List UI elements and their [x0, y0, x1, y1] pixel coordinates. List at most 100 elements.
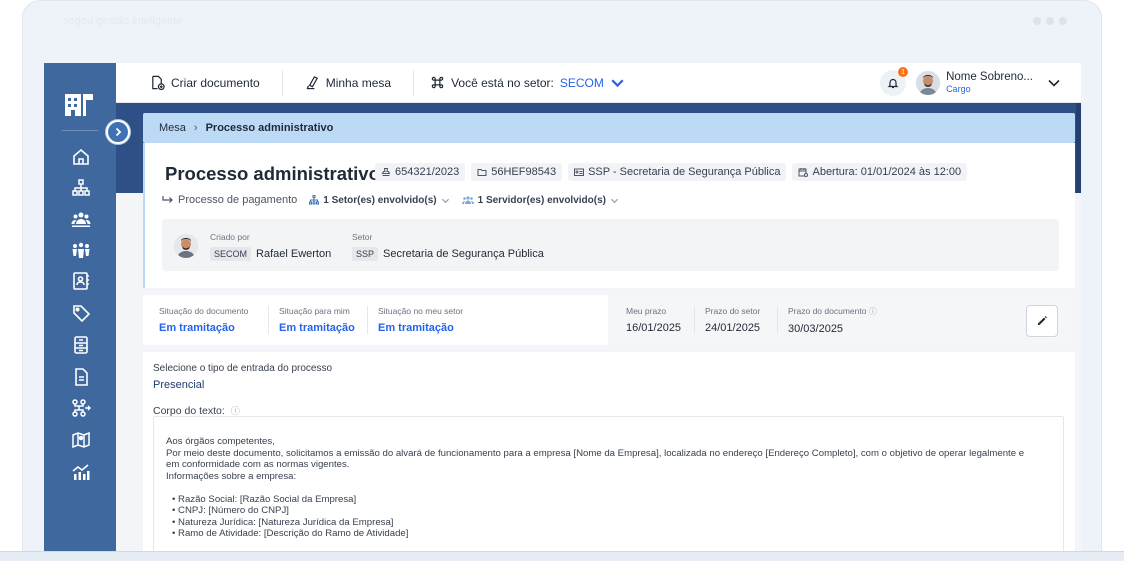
process-code: 56HEF98543 — [491, 166, 557, 178]
map-pin-icon[interactable] — [70, 429, 92, 451]
servers-involved-dropdown[interactable]: 1 Servidor(es) envolvido(s) — [461, 194, 619, 206]
sector-situation-value: Em tramitação — [378, 322, 454, 334]
chevron-down-icon[interactable] — [1047, 76, 1061, 90]
chevron-down-icon — [441, 198, 449, 203]
form-card: Selecione o tipo de entrada do processo … — [143, 352, 1075, 551]
user-area: 1 Nome Sobreno... Cargo — [880, 63, 1081, 103]
contact-card-icon[interactable] — [70, 270, 92, 292]
scrollbar[interactable] — [1076, 103, 1081, 193]
sector-situation-label: Situação no meu setor — [378, 306, 464, 316]
pencil-icon — [1038, 316, 1047, 325]
opening-date: Abertura: 01/01/2024 às 12:00 — [812, 166, 962, 178]
desk-icon — [306, 76, 318, 90]
my-deadline-label: Meu prazo — [626, 306, 667, 316]
sector-name: Secretaria de Segurança Pública — [383, 248, 544, 260]
sector-selector[interactable]: Você está no setor: SECOM — [414, 63, 647, 102]
sectors-involved-dropdown[interactable]: 1 Setor(es) envolvido(s) — [309, 195, 449, 206]
created-by: Criado por SECOM Rafael Ewerton — [210, 232, 331, 261]
breadcrumb-current: Processo administrativo — [205, 122, 334, 134]
body-line: Aos órgãos competentes, — [166, 436, 275, 447]
my-desk-label: Minha mesa — [325, 75, 392, 90]
doc-deadline: Prazo do documento ⓘ 30/03/2025 — [788, 306, 877, 335]
bell-icon — [887, 78, 899, 89]
info-icon[interactable]: ⓘ — [869, 307, 877, 316]
return-arrow-icon — [162, 196, 173, 203]
list-item: • Ramo de Atividade: [Descrição do Ramo … — [172, 528, 409, 539]
info-icon[interactable]: ⓘ — [231, 406, 240, 416]
stamp-icon — [381, 168, 391, 176]
id-card-icon — [574, 168, 585, 176]
body-text-editor[interactable]: Aos órgãos competentes, Por meio deste d… — [153, 416, 1064, 551]
page-title: Processo administrativo — [165, 163, 380, 184]
sidebar-toggle-button[interactable] — [106, 120, 130, 144]
my-deadline-value: 16/01/2025 — [626, 322, 682, 334]
tag-icon[interactable] — [70, 302, 92, 324]
deadlines-panel: Meu prazo 16/01/2025 Prazo do setor 24/0… — [608, 295, 1075, 345]
user-role: Cargo — [946, 84, 971, 95]
org-chart-icon — [309, 195, 320, 205]
sidebar-divider — [62, 130, 98, 131]
my-desk-button[interactable]: Minha mesa — [283, 63, 413, 102]
my-situation-label: Situação para mim — [279, 306, 350, 316]
creator-info: Criado por SECOM Rafael Ewerton Setor SS… — [162, 219, 1059, 271]
divider — [268, 306, 269, 334]
process-number-chip: 654321/2023 — [375, 163, 466, 181]
breadcrumb-separator: › — [193, 122, 198, 134]
creator-sector-tag: SECOM — [210, 247, 252, 261]
user-avatar[interactable] — [916, 71, 941, 95]
process-card: Processo administrativo 654321/2023 56HE… — [143, 143, 1075, 288]
sector-deadline-value: 24/01/2025 — [705, 322, 761, 334]
new-document-icon — [152, 75, 165, 90]
users-icon — [461, 196, 474, 204]
home-icon[interactable] — [70, 146, 92, 168]
folder-icon — [477, 169, 487, 176]
archive-icon[interactable] — [70, 334, 92, 356]
sector-value: SECOM — [559, 75, 604, 90]
sector-info: Setor SSP Secretaria de Segurança Públic… — [352, 232, 544, 261]
entry-type-select[interactable]: Presencial — [153, 379, 204, 391]
org-chart-icon[interactable] — [70, 177, 92, 199]
created-by-label: Criado por — [210, 232, 250, 242]
document-icon[interactable] — [70, 366, 92, 388]
body-line: Por meio deste documento, solicitamos a … — [166, 447, 1025, 459]
process-number: 654321/2023 — [395, 166, 460, 178]
doc-deadline-label: Prazo do documento — [788, 306, 867, 316]
entry-type-label: Selecione o tipo de entrada do processo — [153, 363, 333, 374]
my-deadline: Meu prazo 16/01/2025 — [626, 306, 681, 334]
secretariat-chip: SSP - Secretaria de Segurança Pública — [568, 163, 787, 181]
user-name: Nome Sobreno... — [946, 70, 1033, 83]
divider — [777, 306, 778, 334]
breadcrumb: Mesa › Processo administrativo — [143, 113, 1075, 143]
process-code-chip: 56HEF98543 — [471, 163, 563, 181]
doc-situation-value: Em tramitação — [159, 322, 235, 334]
users-group-icon[interactable] — [70, 208, 92, 230]
sector-deadline-label: Prazo do setor — [705, 306, 761, 316]
process-subtype: Processo de pagamento — [162, 194, 297, 206]
body-line: em conformidade com as normas vigentes. — [166, 459, 350, 470]
top-bar: Criar documento Minha mesa Você está no … — [116, 63, 1081, 103]
doc-situation: Situação do documento Em tramitação — [159, 306, 248, 334]
sidebar — [44, 63, 116, 551]
divider — [694, 306, 695, 334]
team-icon[interactable] — [70, 239, 92, 261]
divider — [367, 306, 368, 334]
notifications-button[interactable]: 1 — [880, 67, 909, 96]
process-chips: 654321/2023 56HEF98543 SSP - Secretaria … — [375, 163, 968, 181]
analytics-icon[interactable] — [70, 461, 92, 483]
list-item: • Natureza Jurídica: [Natureza Jurídica … — [172, 516, 394, 528]
list-item: • CNPJ: [Número do CNPJ] — [172, 505, 289, 516]
user-menu[interactable]: Nome Sobreno... Cargo — [946, 71, 1033, 96]
flow-icon[interactable] — [70, 397, 92, 419]
create-document-button[interactable]: Criar documento — [116, 63, 282, 102]
servers-involved-label: 1 Servidor(es) envolvido(s) — [477, 194, 606, 206]
notification-badge: 1 — [898, 67, 909, 77]
edit-button[interactable] — [1026, 305, 1058, 337]
sector-situation: Situação no meu setor Em tramitação — [378, 306, 463, 334]
create-document-label: Criar documento — [171, 75, 260, 90]
company-info-list: • Razão Social: [Razão Social da Empresa… — [166, 494, 1051, 540]
building-logo-icon — [65, 94, 93, 116]
body-spacer — [166, 482, 1051, 494]
opening-date-chip: Abertura: 01/01/2024 às 12:00 — [792, 163, 968, 181]
calendar-icon — [798, 168, 809, 177]
breadcrumb-root[interactable]: Mesa — [159, 122, 186, 134]
